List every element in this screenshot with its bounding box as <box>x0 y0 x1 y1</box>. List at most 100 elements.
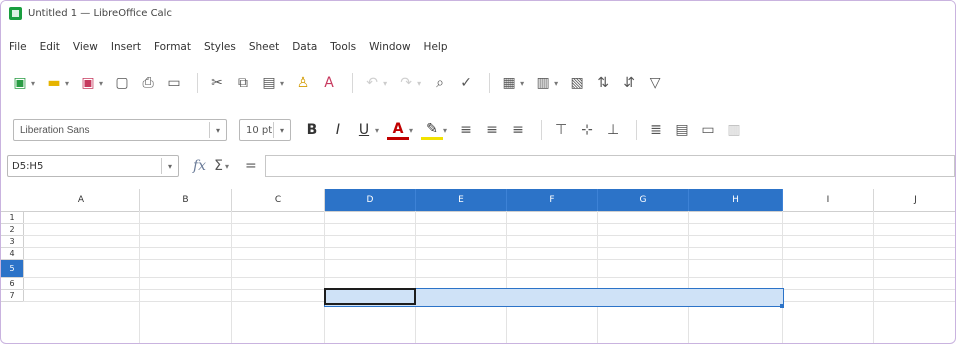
open-dropdown-icon[interactable]: ▾ <box>65 79 69 88</box>
menu-edit[interactable]: Edit <box>40 41 60 53</box>
sort-descending-icon[interactable]: ⇵ <box>618 72 640 94</box>
undo-dropdown-icon[interactable]: ▾ <box>383 79 387 88</box>
menu-file[interactable]: File <box>9 41 27 53</box>
row-header-4[interactable]: 4 <box>1 248 24 260</box>
save-icon[interactable]: ▣ <box>77 72 99 94</box>
grid-line <box>23 277 955 278</box>
row-header-6[interactable]: 6 <box>1 278 24 290</box>
sum-dropdown-icon[interactable]: ▾ <box>225 162 229 171</box>
column-header-i[interactable]: I <box>783 189 874 212</box>
find-replace-icon[interactable]: ⌕ <box>429 72 451 94</box>
column-header-h[interactable]: H <box>689 189 783 212</box>
column-header-a[interactable]: A <box>23 189 140 212</box>
column-header-e[interactable]: E <box>416 189 507 212</box>
menu-data[interactable]: Data <box>292 41 317 53</box>
sort-ascending-icon[interactable]: ⇅ <box>592 72 614 94</box>
copy-icon[interactable]: ⧉ <box>232 72 254 94</box>
column-header-j[interactable]: J <box>874 189 955 212</box>
row-header-1[interactable]: 1 <box>1 212 24 224</box>
row-header-3[interactable]: 3 <box>1 236 24 248</box>
print-icon[interactable]: ⎙ <box>137 72 159 94</box>
paste-dropdown-icon[interactable]: ▾ <box>280 79 284 88</box>
menu-view[interactable]: View <box>73 41 98 53</box>
row-header-2[interactable]: 2 <box>1 224 24 236</box>
undo-icon[interactable]: ↶ <box>361 72 383 94</box>
merge-center-icon[interactable]: ▤ <box>671 119 693 141</box>
merge-cells-icon[interactable]: ▭ <box>697 119 719 141</box>
highlight-color-icon[interactable]: ✎ <box>421 121 444 140</box>
align-left-icon[interactable]: ≡ <box>455 119 477 141</box>
toolbar-separator <box>541 120 543 140</box>
menu-insert[interactable]: Insert <box>111 41 141 53</box>
title-bar: Untitled 1 — LibreOffice Calc <box>1 1 955 25</box>
fill-handle[interactable] <box>780 304 784 308</box>
italic-icon[interactable]: I <box>327 119 349 141</box>
calc-app-icon <box>9 6 22 20</box>
clone-formatting-icon[interactable]: ♙ <box>292 72 314 94</box>
font-size-value: 10 pt <box>246 124 273 136</box>
active-cell[interactable] <box>324 288 416 305</box>
sum-icon[interactable]: Σ <box>214 158 223 174</box>
column-header-b[interactable]: B <box>140 189 232 212</box>
formula-input[interactable] <box>264 155 955 177</box>
column-header-c[interactable]: C <box>232 189 325 212</box>
font-name-select[interactable]: Liberation Sans ▾ <box>13 119 227 141</box>
redo-icon[interactable]: ↷ <box>395 72 417 94</box>
pivot-table-icon[interactable]: ▧ <box>566 72 588 94</box>
menu-sheet[interactable]: Sheet <box>249 41 279 53</box>
center-vertically-icon[interactable]: ⊹ <box>576 119 598 141</box>
menu-format[interactable]: Format <box>154 41 191 53</box>
clear-formatting-icon[interactable]: A <box>318 72 340 94</box>
row-icon[interactable]: ▦ <box>498 72 520 94</box>
chevron-down-icon[interactable]: ▾ <box>161 158 178 174</box>
unmerge-cells-icon[interactable]: ▥ <box>723 119 745 141</box>
bold-icon[interactable]: B <box>301 119 323 141</box>
name-box[interactable]: D5:H5 ▾ <box>7 155 179 177</box>
open-folder-icon[interactable]: ▬ <box>43 72 65 94</box>
paste-icon[interactable]: ▤ <box>258 72 280 94</box>
underline-icon[interactable]: U <box>353 119 375 141</box>
font-size-select[interactable]: 10 pt ▾ <box>239 119 291 141</box>
font-color-dropdown-icon[interactable]: ▾ <box>409 126 413 135</box>
function-wizard-icon[interactable]: fx <box>193 158 206 174</box>
highlight-dropdown-icon[interactable]: ▾ <box>443 126 447 135</box>
underline-dropdown-icon[interactable]: ▾ <box>375 126 379 135</box>
select-all-corner[interactable] <box>1 189 24 212</box>
chevron-down-icon[interactable]: ▾ <box>273 122 290 138</box>
cut-icon[interactable]: ✂ <box>206 72 228 94</box>
redo-dropdown-icon[interactable]: ▾ <box>417 79 421 88</box>
export-pdf-icon[interactable]: ▢ <box>111 72 133 94</box>
autofilter-icon[interactable]: ▽ <box>644 72 666 94</box>
new-document-icon[interactable]: ▣ <box>9 72 31 94</box>
standard-toolbar: ▣ ▾ ▬ ▾ ▣ ▾ ▢ ⎙ ▭ ✂ ⧉ ▤ ▾ ♙ A ↶ ▾ ↷ ▾ ⌕ ✓ ▦ ▾ ▥… <box>1 68 955 98</box>
wrap-text-icon[interactable]: ≣ <box>645 119 667 141</box>
align-right-icon[interactable]: ≡ <box>507 119 529 141</box>
menu-tools[interactable]: Tools <box>330 41 356 53</box>
menu-window[interactable]: Window <box>369 41 410 53</box>
align-center-icon[interactable]: ≡ <box>481 119 503 141</box>
column-dropdown-icon[interactable]: ▾ <box>554 79 558 88</box>
grid-line <box>23 235 955 236</box>
menu-help[interactable]: Help <box>424 41 448 53</box>
font-color-icon[interactable]: A <box>387 121 410 140</box>
spelling-icon[interactable]: ✓ <box>455 72 477 94</box>
toolbar-separator <box>636 120 638 140</box>
formula-icon[interactable]: = <box>245 158 257 174</box>
save-dropdown-icon[interactable]: ▾ <box>99 79 103 88</box>
column-icon[interactable]: ▥ <box>532 72 554 94</box>
row-dropdown-icon[interactable]: ▾ <box>520 79 524 88</box>
print-preview-icon[interactable]: ▭ <box>163 72 185 94</box>
align-top-icon[interactable]: ⊤ <box>550 119 572 141</box>
menu-styles[interactable]: Styles <box>204 41 236 53</box>
column-header-d[interactable]: D <box>325 189 416 212</box>
new-dropdown-icon[interactable]: ▾ <box>31 79 35 88</box>
align-bottom-icon[interactable]: ⊥ <box>602 119 624 141</box>
toolbar-separator <box>489 73 491 93</box>
spreadsheet-grid[interactable]: A B C D E F G H I J 1 2 3 4 5 6 7 <box>1 189 955 343</box>
chevron-down-icon[interactable]: ▾ <box>209 122 226 138</box>
column-header-g[interactable]: G <box>598 189 689 212</box>
row-header-5[interactable]: 5 <box>1 260 24 278</box>
app-window: Untitled 1 — LibreOffice Calc File Edit … <box>0 0 956 344</box>
row-header-7[interactable]: 7 <box>1 290 24 302</box>
column-header-f[interactable]: F <box>507 189 598 212</box>
